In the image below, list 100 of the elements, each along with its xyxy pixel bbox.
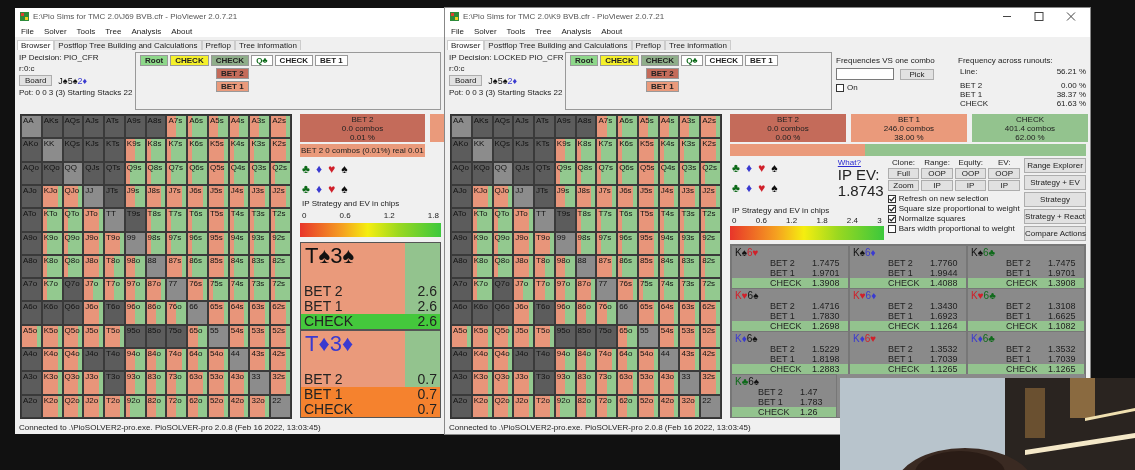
hand-cell[interactable]: JJ <box>83 184 105 209</box>
hand-cell[interactable]: Q3o <box>492 371 514 395</box>
hand-cell[interactable]: 94o <box>554 348 576 372</box>
hand-cell[interactable]: K7s <box>166 138 188 162</box>
hand-cell[interactable]: J7s <box>166 184 188 209</box>
menu-item[interactable]: File <box>21 26 34 36</box>
hand-cell[interactable]: A5o <box>451 324 472 349</box>
hand-cell[interactable]: T7s <box>166 208 188 232</box>
hand-cell[interactable]: T4s <box>658 208 680 232</box>
menu-item[interactable]: Tree <box>105 26 122 36</box>
hand-cell[interactable]: J8o <box>513 254 535 279</box>
hand-cell[interactable]: 32s <box>270 371 291 395</box>
hand-cell[interactable]: JJ <box>513 184 535 209</box>
hand-cell[interactable]: T2o <box>534 394 555 418</box>
hand-cell[interactable]: 83s <box>249 254 271 279</box>
menu-item[interactable]: Tree <box>535 26 552 36</box>
hand-cell[interactable]: J2s <box>700 184 721 209</box>
hand-cell[interactable]: K2s <box>270 138 291 162</box>
suit-filter[interactable]: ♣ <box>732 161 740 175</box>
hand-cell[interactable]: 74s <box>228 278 250 302</box>
hand-card[interactable]: K♥6♦ BET 2 1.3430 BET 1 1.6923 CHECK 1.1264 <box>849 288 967 331</box>
hand-cell[interactable]: K4s <box>228 138 250 162</box>
hand-cell[interactable]: K6s <box>187 138 208 162</box>
option-button[interactable]: IP <box>954 180 987 191</box>
hand-cell[interactable]: J2o <box>513 394 535 418</box>
menu-item[interactable]: About <box>601 26 623 36</box>
hand-card[interactable]: K♠6♦ BET 2 1.7760 BET 1 1.9944 CHECK 1.4088 <box>849 245 967 288</box>
hand-cell[interactable]: 64s <box>658 301 680 325</box>
combo-input[interactable] <box>836 68 894 80</box>
hand-cell[interactable]: 97o <box>554 278 576 302</box>
suit-filter[interactable]: ♦ <box>315 182 322 196</box>
tree-node[interactable]: CHECK <box>640 55 680 66</box>
tool-button[interactable]: Strategy + EV <box>1024 175 1086 190</box>
tool-button[interactable]: Compare Actions <box>1024 226 1086 241</box>
hand-cell[interactable]: T5o <box>534 324 555 349</box>
hand-cell[interactable]: KTo <box>41 208 63 232</box>
hand-cell[interactable]: 73s <box>679 278 701 302</box>
suit-filter[interactable]: ♠ <box>771 161 778 175</box>
tab[interactable]: Browser <box>447 40 485 50</box>
suit-filter[interactable]: ♠ <box>771 181 778 195</box>
suit-filter[interactable]: ♦ <box>745 181 752 195</box>
tool-button[interactable]: Strategy <box>1024 192 1086 207</box>
menu-item[interactable]: Analysis <box>131 26 162 36</box>
hand-cell[interactable]: T2o <box>104 394 125 418</box>
hand-cell[interactable]: T4s <box>228 208 250 232</box>
hand-card[interactable]: K♥6♠ BET 2 1.4716 BET 1 1.7830 CHECK 1.2698 <box>731 288 849 331</box>
hand-cell[interactable]: J2s <box>270 184 291 209</box>
hand-cell[interactable]: 75s <box>207 278 229 302</box>
hand-cell[interactable]: K4s <box>658 138 680 162</box>
hand-card[interactable]: K♠6♥ BET 2 1.7475 BET 1 1.9701 CHECK 1.3908 <box>731 245 849 288</box>
menu-item[interactable]: About <box>171 26 193 36</box>
hand-cell[interactable]: A5s <box>637 115 659 139</box>
hand-cell[interactable]: 62s <box>270 301 291 325</box>
hand-cell[interactable]: 86o <box>575 301 597 325</box>
hand-cell[interactable]: T5s <box>207 208 229 232</box>
action-option[interactable]: BET 1 <box>646 81 679 92</box>
hand-cell[interactable]: 52s <box>270 324 291 349</box>
hand-cell[interactable]: K7o <box>41 278 63 302</box>
hand-cell[interactable]: 86s <box>187 254 208 279</box>
hand-cell[interactable]: K5s <box>637 138 659 162</box>
hand-cell[interactable]: A6s <box>187 115 208 139</box>
hand-cell[interactable]: 83o <box>145 371 167 395</box>
hand-cell[interactable]: T5s <box>637 208 659 232</box>
hand-cell[interactable]: K3s <box>249 138 271 162</box>
suit-filter[interactable]: ♠ <box>341 182 348 196</box>
pick-button[interactable]: Pick <box>900 68 934 80</box>
hand-cell[interactable]: QTo <box>492 208 514 232</box>
hand-cell[interactable]: 97s <box>166 231 188 255</box>
hand-cell[interactable]: 96s <box>617 231 638 255</box>
hand-cell[interactable]: 72o <box>166 394 188 418</box>
hand-cell[interactable]: A7s <box>166 115 188 139</box>
hand-cell[interactable]: 43o <box>658 371 680 395</box>
hand-card[interactable]: T♠3♠ BET 2 2.6 BET 1 2.6 CHECK 2.6 <box>300 242 441 330</box>
hand-cell[interactable]: JTo <box>83 208 105 232</box>
hand-cell[interactable]: K7s <box>596 138 618 162</box>
menu-item[interactable]: File <box>451 26 464 36</box>
checkbox[interactable] <box>836 83 844 92</box>
hand-cell[interactable]: T5o <box>104 324 125 349</box>
hand-cell[interactable]: J9o <box>513 231 535 255</box>
hand-cell[interactable]: A7s <box>596 115 618 139</box>
hand-cell[interactable]: A5s <box>207 115 229 139</box>
action-box[interactable]: BET 2 0.0 combos 0.01 % <box>300 114 425 142</box>
tree-node[interactable]: CHECK <box>210 55 250 66</box>
hand-cell[interactable]: J5o <box>83 324 105 349</box>
hand-cell[interactable]: J5o <box>513 324 535 349</box>
menu-item[interactable]: Solver <box>473 26 497 36</box>
hand-cell[interactable]: 87s <box>166 254 188 279</box>
hand-cell[interactable]: 84o <box>145 348 167 372</box>
hand-cell[interactable]: 32o <box>249 394 271 418</box>
hand-cell[interactable]: 87o <box>575 278 597 302</box>
hand-cell[interactable]: Q3o <box>62 371 84 395</box>
suit-filter[interactable]: ♣ <box>302 162 310 176</box>
hand-cell[interactable]: 83s <box>679 254 701 279</box>
tree-node[interactable]: BET 1 <box>745 55 778 66</box>
action-option[interactable]: BET 1 <box>216 81 249 92</box>
hand-cell[interactable]: 44 <box>228 348 250 372</box>
hand-cell[interactable]: K2s <box>700 138 721 162</box>
hand-cell[interactable]: 76s <box>187 278 208 302</box>
option-button[interactable]: OOP <box>921 168 953 179</box>
action-box[interactable]: BET 1 246.0 combos 38.00 % <box>851 114 967 142</box>
